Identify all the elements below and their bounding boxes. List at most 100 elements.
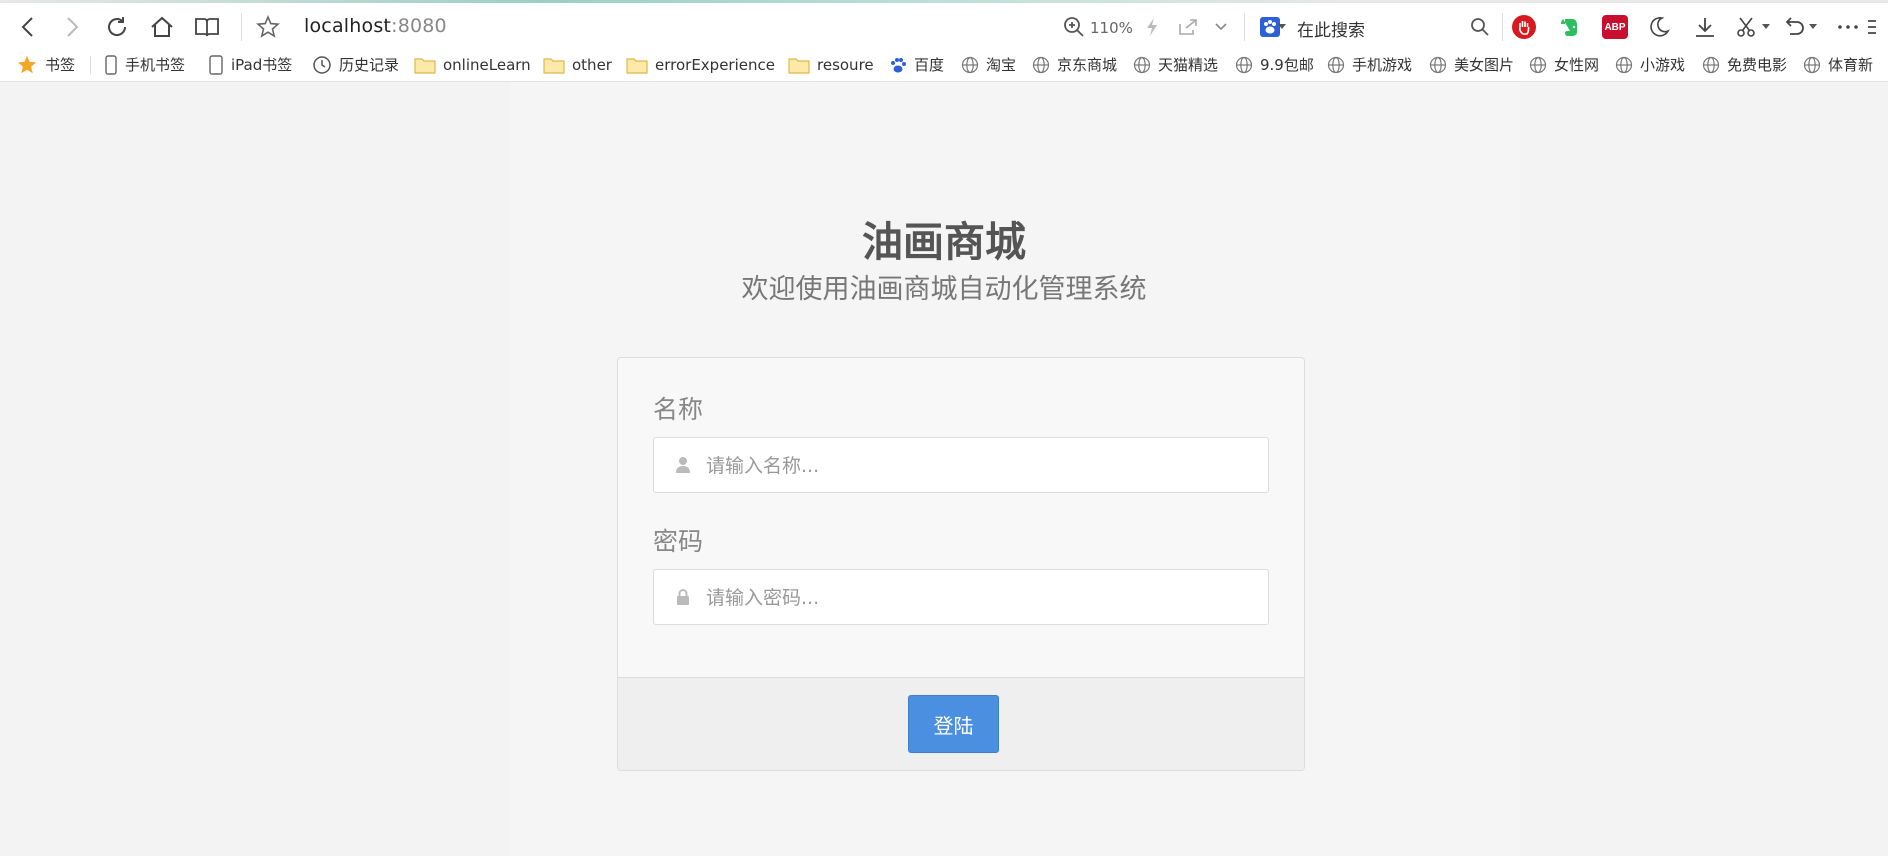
globe-icon [1529,56,1547,74]
more-menu-icon[interactable] [1832,11,1864,43]
sidebar-menu-icon[interactable] [1866,11,1888,43]
bookmark-label: 手机游戏 [1352,56,1413,74]
bookmark-item[interactable]: 9.9包邮 [1235,48,1314,81]
bookmark-item[interactable]: 书签 [16,48,75,81]
bookmark-item[interactable]: other [543,48,612,81]
bookmark-item[interactable]: resoure [788,48,874,81]
baidu-icon [889,56,907,74]
globe-icon [1235,56,1253,74]
globe-icon [1429,56,1447,74]
folder-icon [626,56,648,74]
page-subtitle: 欢迎使用油画商城自动化管理系统 [741,274,1147,305]
bookmark-label: 女性网 [1554,56,1600,74]
chevron-down-icon[interactable] [1205,11,1237,43]
bookmark-label: 小游戏 [1640,56,1686,74]
url-host-text: localhost [304,15,392,37]
bookmark-label: 书签 [45,56,76,74]
password-input[interactable] [704,570,1258,626]
bookmark-label: 免费电影 [1727,56,1788,74]
bookmark-label: errorExperience [655,55,775,74]
globe-icon [1133,56,1151,74]
bookmark-item[interactable]: 美女图片 [1429,48,1514,81]
night-mode-moon-icon[interactable] [1643,11,1675,43]
toolbar-divider [241,13,242,41]
form-footer: 登陆 [618,677,1304,770]
bookmark-item[interactable]: 历史记录 [312,48,399,81]
browser-toolbar: localhost:8080 110% 在此搜索 ABP [0,0,1888,48]
zoom-icon[interactable] [1058,11,1090,43]
globe-icon [961,56,979,74]
bookmark-label: resoure [817,55,874,74]
download-icon[interactable] [1689,11,1721,43]
toolbar-divider [1502,13,1503,41]
stop-hand-extension-icon[interactable] [1512,15,1536,39]
globe-icon [1032,56,1050,74]
bookmark-item[interactable]: onlineLearn [414,48,531,81]
bookmark-label: 京东商城 [1057,56,1118,74]
login-button[interactable]: 登陆 [908,695,999,753]
bookmark-item[interactable]: 手机游戏 [1327,48,1412,81]
bookmark-label: 百度 [914,56,945,74]
folder-icon [788,56,810,74]
name-field-wrapper [653,437,1269,494]
reading-view-icon[interactable] [191,11,223,43]
bookmark-item[interactable]: 免费电影 [1702,48,1787,81]
page-title: 油画商城 [862,218,1026,266]
bookmark-label: 手机书签 [125,56,186,74]
bookmark-item[interactable]: 小游戏 [1615,48,1685,81]
adblock-plus-icon[interactable]: ABP [1602,15,1628,39]
bookmark-label: 体育新 [1828,56,1874,74]
bookmark-label: 美女图片 [1454,56,1515,74]
lightning-icon[interactable] [1136,11,1168,43]
bookmark-item[interactable]: 天猫精选 [1133,48,1218,81]
clock-icon [312,55,332,75]
globe-icon [1327,56,1345,74]
bookmark-item[interactable]: errorExperience [626,48,775,81]
password-field-wrapper [653,569,1269,626]
address-bar[interactable]: localhost:8080 [304,15,447,37]
bookmark-label: iPad书签 [231,56,293,74]
load-progress-bar [0,0,1350,3]
password-label: 密码 [653,527,704,556]
bookmark-item[interactable]: 女性网 [1529,48,1599,81]
home-icon[interactable] [146,11,178,43]
scissors-dropdown-icon[interactable] [1758,11,1774,43]
globe-icon [1803,56,1821,74]
search-box[interactable] [1256,11,1496,43]
name-label: 名称 [653,395,704,424]
search-icon[interactable] [1464,11,1496,43]
bookmark-label: 天猫精选 [1158,56,1219,74]
undo-dropdown-icon[interactable] [1805,11,1821,43]
bookmark-item[interactable]: 京东商城 [1032,48,1117,81]
bookmark-divider [90,56,91,74]
user-icon [673,455,693,475]
phone-icon [104,54,118,75]
bookmarks-bar: 书签 手机书签 iPad书签 历史记录 onlineLearn other er… [0,48,1888,82]
globe-icon [1615,56,1633,74]
toolbar-divider [1244,13,1245,41]
bookmark-label: 历史记录 [339,56,400,74]
name-input[interactable] [704,438,1258,494]
evernote-icon[interactable] [1553,11,1585,43]
bookmark-item[interactable]: 手机书签 [104,48,185,81]
zoom-level[interactable]: 110% [1090,19,1133,37]
folder-icon [543,56,565,74]
url-port-text: :8080 [391,15,447,37]
bookmark-item[interactable]: 淘宝 [961,48,1016,81]
forward-icon[interactable] [56,11,88,43]
share-icon[interactable] [1172,11,1204,43]
tablet-icon [208,54,224,75]
login-form: 名称 密码 登陆 [617,357,1305,771]
bookmark-label: 9.9包邮 [1260,56,1314,74]
star-icon [16,54,38,76]
search-engine-dropdown-icon[interactable] [1274,11,1290,43]
back-icon[interactable] [12,11,44,43]
bookmark-item[interactable]: 百度 [889,48,944,81]
bookmark-item[interactable]: iPad书签 [208,48,292,81]
favorite-star-icon[interactable] [252,11,284,43]
lock-icon [673,587,693,607]
bookmark-label: onlineLearn [443,55,531,74]
bookmark-item[interactable]: 体育新 [1803,48,1873,81]
reload-icon[interactable] [101,11,133,43]
search-input[interactable]: 在此搜索 [1297,16,1365,41]
